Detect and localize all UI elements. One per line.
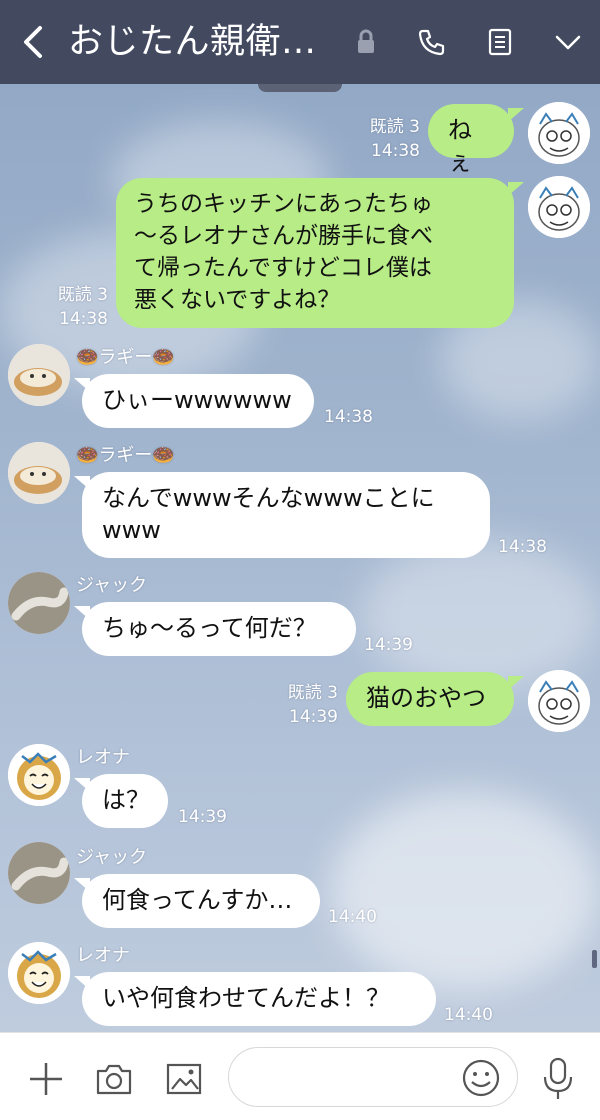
- sender-name: ジャック: [76, 847, 148, 868]
- avatar[interactable]: [8, 842, 70, 904]
- image-icon[interactable]: [164, 1059, 204, 1103]
- scrollbar[interactable]: [592, 950, 597, 968]
- avatar[interactable]: [8, 572, 70, 634]
- bubble-tail: [74, 476, 90, 490]
- background-cloud: [360, 540, 600, 690]
- lock-icon: [350, 26, 382, 58]
- message-time: 14:38: [498, 537, 547, 557]
- incoming-message[interactable]: いや何食わせてんだよ！？: [82, 972, 436, 1026]
- bubble-tail: [508, 108, 524, 122]
- incoming-message[interactable]: 何食ってんすか…: [82, 874, 320, 928]
- background-cloud: [330, 790, 600, 990]
- microphone-icon[interactable]: [538, 1055, 578, 1105]
- avatar[interactable]: [8, 344, 70, 406]
- outgoing-message[interactable]: うちのキッチンにあったちゅ 〜るレオナさんが勝手に食べ て帰ったんですけどコレ僕…: [116, 178, 514, 328]
- message-time: 14:40: [444, 1005, 493, 1025]
- outgoing-message[interactable]: ねぇ: [428, 104, 514, 176]
- message-input-bar: [0, 1032, 600, 1120]
- message-time: 14:39: [364, 635, 413, 655]
- plus-icon[interactable]: [26, 1059, 66, 1103]
- sender-name: 🍩ラギー🍩: [76, 445, 175, 466]
- message-time: 14:38: [371, 141, 420, 161]
- read-receipt: 既読 3: [369, 117, 420, 137]
- phone-icon[interactable]: [416, 26, 448, 58]
- camera-icon[interactable]: [94, 1059, 134, 1103]
- sender-name: レオナ: [76, 945, 130, 966]
- sender-name: ジャック: [76, 575, 148, 596]
- incoming-message[interactable]: ちゅ〜るって何だ？: [82, 602, 356, 656]
- message-time: 14:38: [59, 309, 108, 329]
- avatar[interactable]: [528, 176, 590, 238]
- emoji-icon[interactable]: [461, 1058, 501, 1102]
- avatar[interactable]: [8, 442, 70, 504]
- incoming-message[interactable]: は？: [82, 774, 168, 828]
- avatar[interactable]: [528, 102, 590, 164]
- chat-title[interactable]: おじたん親衛…: [68, 18, 317, 66]
- message-time: 14:39: [289, 707, 338, 727]
- incoming-message[interactable]: なんでwwwそんなwwwことに www: [82, 472, 490, 558]
- back-chevron-icon[interactable]: [16, 18, 52, 66]
- message-time: 14:40: [328, 907, 377, 927]
- avatar[interactable]: [528, 670, 590, 732]
- chevron-down-icon[interactable]: [552, 26, 584, 58]
- message-time: 14:38: [324, 407, 373, 427]
- bubble-tail: [508, 182, 524, 196]
- incoming-message[interactable]: ひぃーwwwwww: [82, 374, 314, 428]
- header-pull-tab[interactable]: [258, 84, 342, 92]
- read-receipt: 既読 3: [287, 683, 338, 703]
- message-input[interactable]: [228, 1047, 518, 1107]
- avatar[interactable]: [8, 744, 70, 806]
- sender-name: レオナ: [76, 747, 130, 768]
- avatar[interactable]: [8, 942, 70, 1004]
- notes-icon[interactable]: [484, 26, 516, 58]
- outgoing-message[interactable]: 猫のおやつ: [346, 672, 514, 726]
- read-receipt: 既読 3: [57, 285, 108, 305]
- chat-header: おじたん親衛…: [0, 0, 600, 84]
- message-time: 14:39: [178, 807, 227, 827]
- sender-name: 🍩ラギー🍩: [76, 347, 175, 368]
